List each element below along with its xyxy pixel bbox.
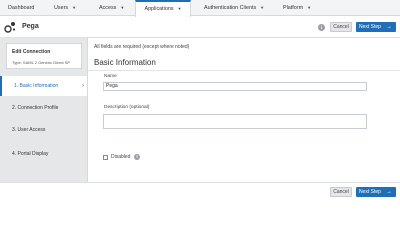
wizard-sidebar: Edit Connection Type: SAML 2 Generic Dir… xyxy=(0,38,87,182)
help-icon[interactable]: ? xyxy=(134,154,140,160)
disabled-checkbox[interactable] xyxy=(103,155,108,160)
tab-dashboard[interactable]: Dashboard xyxy=(8,0,34,16)
tab-label: Platform xyxy=(283,5,304,11)
name-label: Name xyxy=(104,74,117,79)
next-step-label: Next Step xyxy=(359,189,381,195)
step-label: 1. Basic Information xyxy=(14,83,59,89)
arrow-right-icon: → xyxy=(386,189,392,195)
main-content: All fields are required (except where no… xyxy=(87,38,400,182)
step-label: 4. Portal Display xyxy=(12,151,49,157)
connection-type: Type: SAML 2 Generic Direct SP xyxy=(12,60,71,65)
cancel-button[interactable]: Cancel xyxy=(330,22,352,32)
tab-label: Applications xyxy=(144,6,174,12)
page-title: Pega xyxy=(22,23,39,30)
step-portal-display[interactable]: 4. Portal Display xyxy=(0,144,87,164)
next-step-label: Next Step xyxy=(359,24,381,30)
edit-connection-title: Edit Connection xyxy=(12,49,51,55)
chevron-down-icon: ▼ xyxy=(177,6,182,11)
connection-header: Pega i Cancel Next Step → xyxy=(0,17,400,38)
arrow-right-icon: → xyxy=(386,24,392,30)
tab-label: Authentication Clients xyxy=(204,5,257,11)
tab-label: Dashboard xyxy=(8,5,35,11)
step-label: 2. Connection Profile xyxy=(12,105,59,111)
section-title: Basic Information xyxy=(94,58,156,67)
description-label: Description (optional) xyxy=(104,105,150,110)
edit-connection-card: Edit Connection Type: SAML 2 Generic Dir… xyxy=(6,43,82,69)
chevron-down-icon: ▼ xyxy=(120,5,125,10)
tab-authentication-clients[interactable]: Authentication Clients ▼ xyxy=(204,0,264,16)
next-step-button[interactable]: Next Step → xyxy=(356,22,396,32)
step-user-access[interactable]: 3. User Access xyxy=(0,120,87,140)
chevron-down-icon: ▼ xyxy=(260,5,265,10)
required-note: All fields are required (except where no… xyxy=(94,44,190,50)
top-nav: Dashboard Users ▼ Access ▼ Applications ▼ A… xyxy=(0,0,400,17)
tab-users[interactable]: Users ▼ xyxy=(54,0,76,16)
footer-bar: Cancel Next Step → xyxy=(0,182,400,200)
chevron-down-icon: ▼ xyxy=(307,5,312,10)
step-connection-profile[interactable]: 2. Connection Profile xyxy=(0,98,87,118)
connection-logo-icon xyxy=(4,22,16,33)
footer-next-step-button[interactable]: Next Step → xyxy=(356,187,396,197)
step-label: 3. User Access xyxy=(12,127,46,133)
chevron-right-icon: › xyxy=(82,83,84,89)
tab-access[interactable]: Access ▼ xyxy=(99,0,124,16)
tab-label: Access xyxy=(99,5,117,11)
footer-cancel-button[interactable]: Cancel xyxy=(330,187,352,197)
divider xyxy=(88,70,400,71)
disabled-label: Disabled xyxy=(111,154,131,160)
step-basic-information[interactable]: 1. Basic Information › xyxy=(0,76,87,96)
chevron-down-icon: ▼ xyxy=(72,5,77,10)
name-input[interactable]: Pega xyxy=(103,82,367,91)
description-input[interactable] xyxy=(103,114,367,129)
tab-label: Users xyxy=(54,5,69,11)
tab-platform[interactable]: Platform ▼ xyxy=(283,0,311,16)
info-icon[interactable]: i xyxy=(318,24,325,31)
tab-applications[interactable]: Applications ▼ xyxy=(135,0,191,17)
